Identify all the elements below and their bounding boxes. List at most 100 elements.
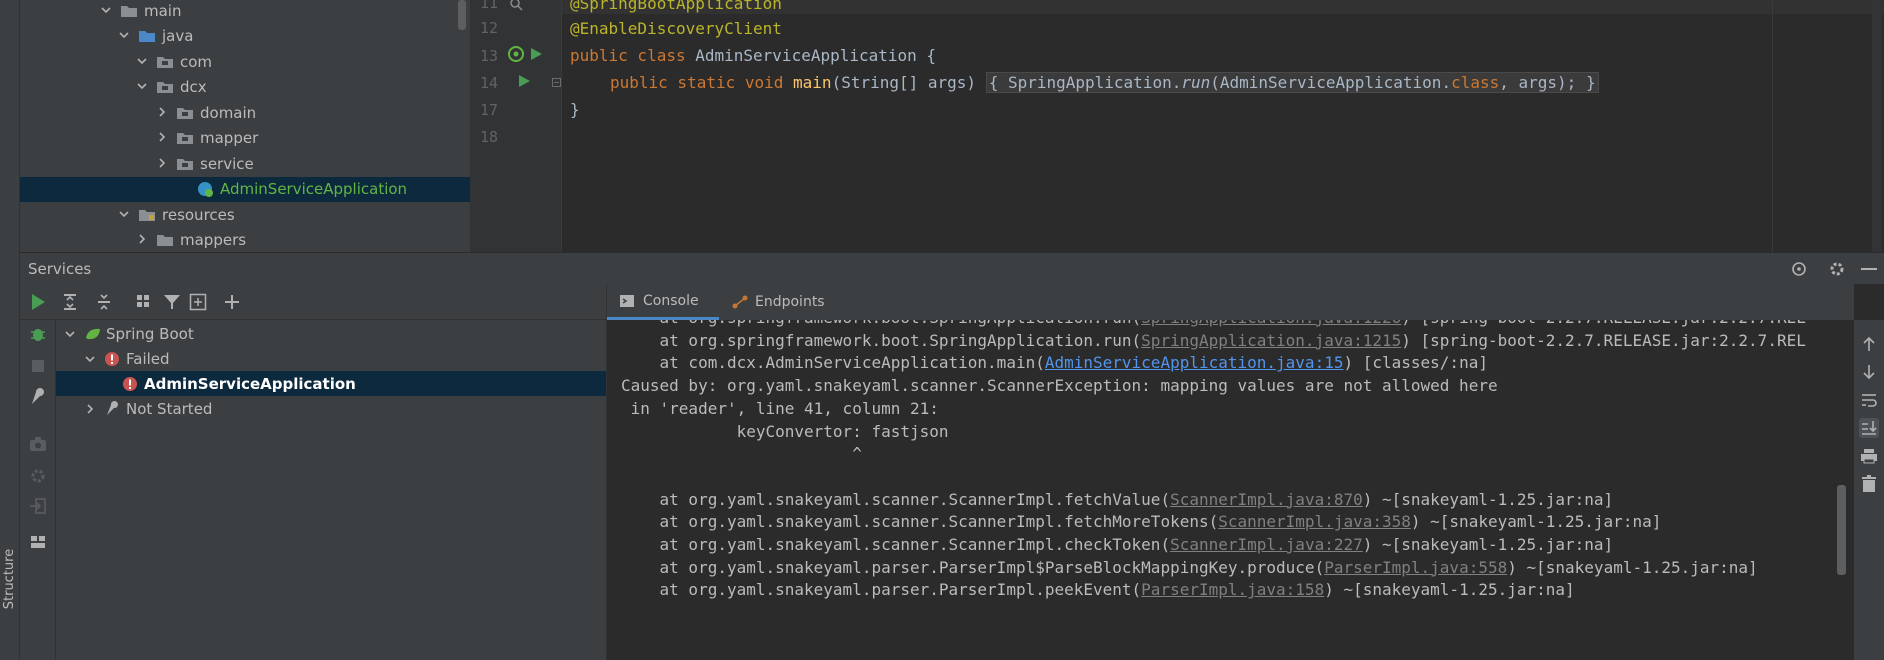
stacktrace-link[interactable]: ScannerImpl.java:870 (1170, 490, 1363, 509)
console-line: at com.dcx.AdminServiceApplication.main(… (621, 353, 1488, 372)
folded-text: { SpringApplication. (988, 73, 1182, 92)
new-tab-icon[interactable] (188, 292, 208, 312)
method-args: (String[] args) (831, 73, 986, 92)
console-text: ) [spring-boot-2.2.7.RELEASE.jar:2.2.7.R… (1401, 330, 1806, 350)
folder-icon (157, 235, 173, 246)
services-tree: Spring Boot Failed AdminServiceApplicati… (56, 320, 606, 660)
collapse-all-icon[interactable] (94, 292, 114, 312)
project-tree-item[interactable]: resources (20, 202, 470, 227)
chevron-right-icon[interactable] (156, 157, 170, 171)
layout-icon[interactable] (28, 532, 48, 552)
chevron-down-icon[interactable] (118, 208, 132, 222)
filter-icon[interactable] (162, 292, 182, 312)
code-line-11: @SpringBootApplication (570, 0, 782, 13)
login-icon[interactable] (28, 496, 48, 516)
chevron-right-icon[interactable] (156, 106, 170, 120)
services-item-admin-service[interactable]: AdminServiceApplication (56, 371, 606, 396)
project-tree-item[interactable]: java (20, 24, 470, 49)
camera-icon[interactable] (28, 434, 48, 454)
code-editor[interactable]: 11 12 13 14 17 18 @SpringBootApplication… (470, 0, 1884, 252)
chevron-down-icon[interactable] (136, 55, 150, 69)
console-action-rail (1854, 320, 1884, 660)
line-number: 18 (479, 128, 498, 146)
console-line: at org.springframework.boot.SpringApplic… (621, 331, 1806, 350)
wrench-icon (107, 400, 118, 415)
gear-icon[interactable] (1828, 260, 1846, 278)
wrench-icon[interactable] (28, 388, 48, 408)
spring-bean-gutter-icon[interactable] (506, 44, 526, 64)
project-tree-item-label: service (200, 154, 254, 173)
project-tree-item[interactable]: mappers (20, 228, 470, 253)
crosshair-icon[interactable] (1790, 260, 1808, 278)
folded-region[interactable]: { SpringApplication.run(AdminServiceAppl… (985, 72, 1599, 93)
chevron-down-icon[interactable] (100, 4, 114, 18)
editor-scrollbar[interactable] (1872, 0, 1882, 252)
run-icon[interactable] (28, 292, 48, 312)
method-name: main (793, 73, 832, 92)
chevron-down-icon[interactable] (118, 29, 132, 43)
source-folder-icon (139, 31, 155, 42)
fold-icon[interactable] (552, 78, 562, 88)
resources-folder-icon (139, 209, 155, 221)
chevron-down-icon[interactable] (84, 353, 96, 365)
console-line: at org.yaml.snakeyaml.parser.ParserImpl.… (621, 580, 1575, 599)
services-item-label: Failed (126, 349, 170, 368)
console-line: keyConvertor: fastjson (621, 422, 949, 441)
expand-all-icon[interactable] (60, 292, 80, 312)
stop-icon[interactable] (28, 356, 48, 376)
left-tool-strip: Structure (0, 0, 20, 660)
project-tree-item[interactable]: domain (20, 100, 470, 125)
chevron-down-icon[interactable] (64, 328, 76, 340)
services-item-failed[interactable]: Failed (56, 346, 606, 371)
project-tree-scrollbar[interactable] (458, 0, 466, 30)
chevron-right-icon[interactable] (136, 233, 150, 247)
run-main-gutter-icon[interactable] (516, 73, 532, 89)
stacktrace-link[interactable]: ParserImpl.java:558 (1324, 558, 1507, 577)
console-text: at org.yaml.snakeyaml.scanner.ScannerImp… (621, 489, 1171, 509)
console-output[interactable]: at org.springframework.boot.SpringApplic… (606, 320, 1854, 660)
services-item-not-started[interactable]: Not Started (56, 396, 606, 421)
package-icon (157, 82, 173, 93)
right-margin-guide (1772, 0, 1773, 252)
project-tree-item[interactable]: mapper (20, 126, 470, 151)
console-line: at org.springframework.boot.SpringApplic… (621, 320, 1806, 327)
code-line-13: public class AdminServiceApplication { (570, 46, 936, 65)
scroll-to-end-icon[interactable] (1859, 418, 1879, 438)
arrow-up-icon[interactable] (1859, 334, 1879, 354)
project-tree-item[interactable]: service (20, 151, 470, 176)
project-tree-item[interactable]: com (20, 49, 470, 74)
stacktrace-link[interactable]: ScannerImpl.java:227 (1170, 535, 1363, 554)
console-scrollbar[interactable] (1837, 485, 1846, 575)
add-service-icon[interactable] (222, 292, 242, 312)
services-item-spring-boot[interactable]: Spring Boot (56, 321, 606, 346)
arrow-down-icon[interactable] (1859, 362, 1879, 382)
group-by-icon[interactable] (134, 292, 154, 312)
chevron-right-icon[interactable] (84, 403, 96, 415)
project-tree-item[interactable]: dcx (20, 75, 470, 100)
tab-console[interactable]: Console (607, 284, 719, 320)
console-text: ) ~[snakeyaml-1.25.jar:na] (1507, 557, 1758, 577)
minimize-icon[interactable] (1860, 267, 1878, 271)
tab-endpoints[interactable]: Endpoints (719, 284, 849, 320)
soft-wrap-icon[interactable] (1859, 390, 1879, 410)
debug-icon[interactable] (28, 324, 48, 344)
stacktrace-link[interactable]: ParserImpl.java:158 (1141, 580, 1324, 599)
structure-tab[interactable]: Structure (2, 544, 20, 614)
stacktrace-link[interactable]: ScannerImpl.java:358 (1218, 512, 1411, 531)
settings-icon[interactable] (28, 466, 48, 486)
stacktrace-link[interactable]: SpringApplication.java:1215 (1141, 331, 1401, 350)
search-icon[interactable] (508, 0, 524, 12)
project-tree-item[interactable]: AdminServiceApplication (20, 176, 470, 202)
console-text: at com.dcx.AdminServiceApplication.main( (621, 353, 1045, 373)
project-tree-item[interactable]: main (20, 0, 470, 23)
console-text: ) ~[snakeyaml-1.25.jar:na] (1324, 580, 1575, 600)
console-text: ) [classes/:na] (1343, 353, 1488, 373)
stacktrace-link[interactable]: SpringApplication.java:1226 (1141, 320, 1401, 327)
trash-icon[interactable] (1859, 474, 1879, 494)
print-icon[interactable] (1859, 446, 1879, 466)
package-icon (177, 158, 193, 170)
stacktrace-link[interactable]: AdminServiceApplication.java:15 (1045, 353, 1344, 372)
run-gutter-icon[interactable] (528, 46, 544, 62)
chevron-right-icon[interactable] (156, 131, 170, 145)
chevron-down-icon[interactable] (136, 80, 150, 94)
